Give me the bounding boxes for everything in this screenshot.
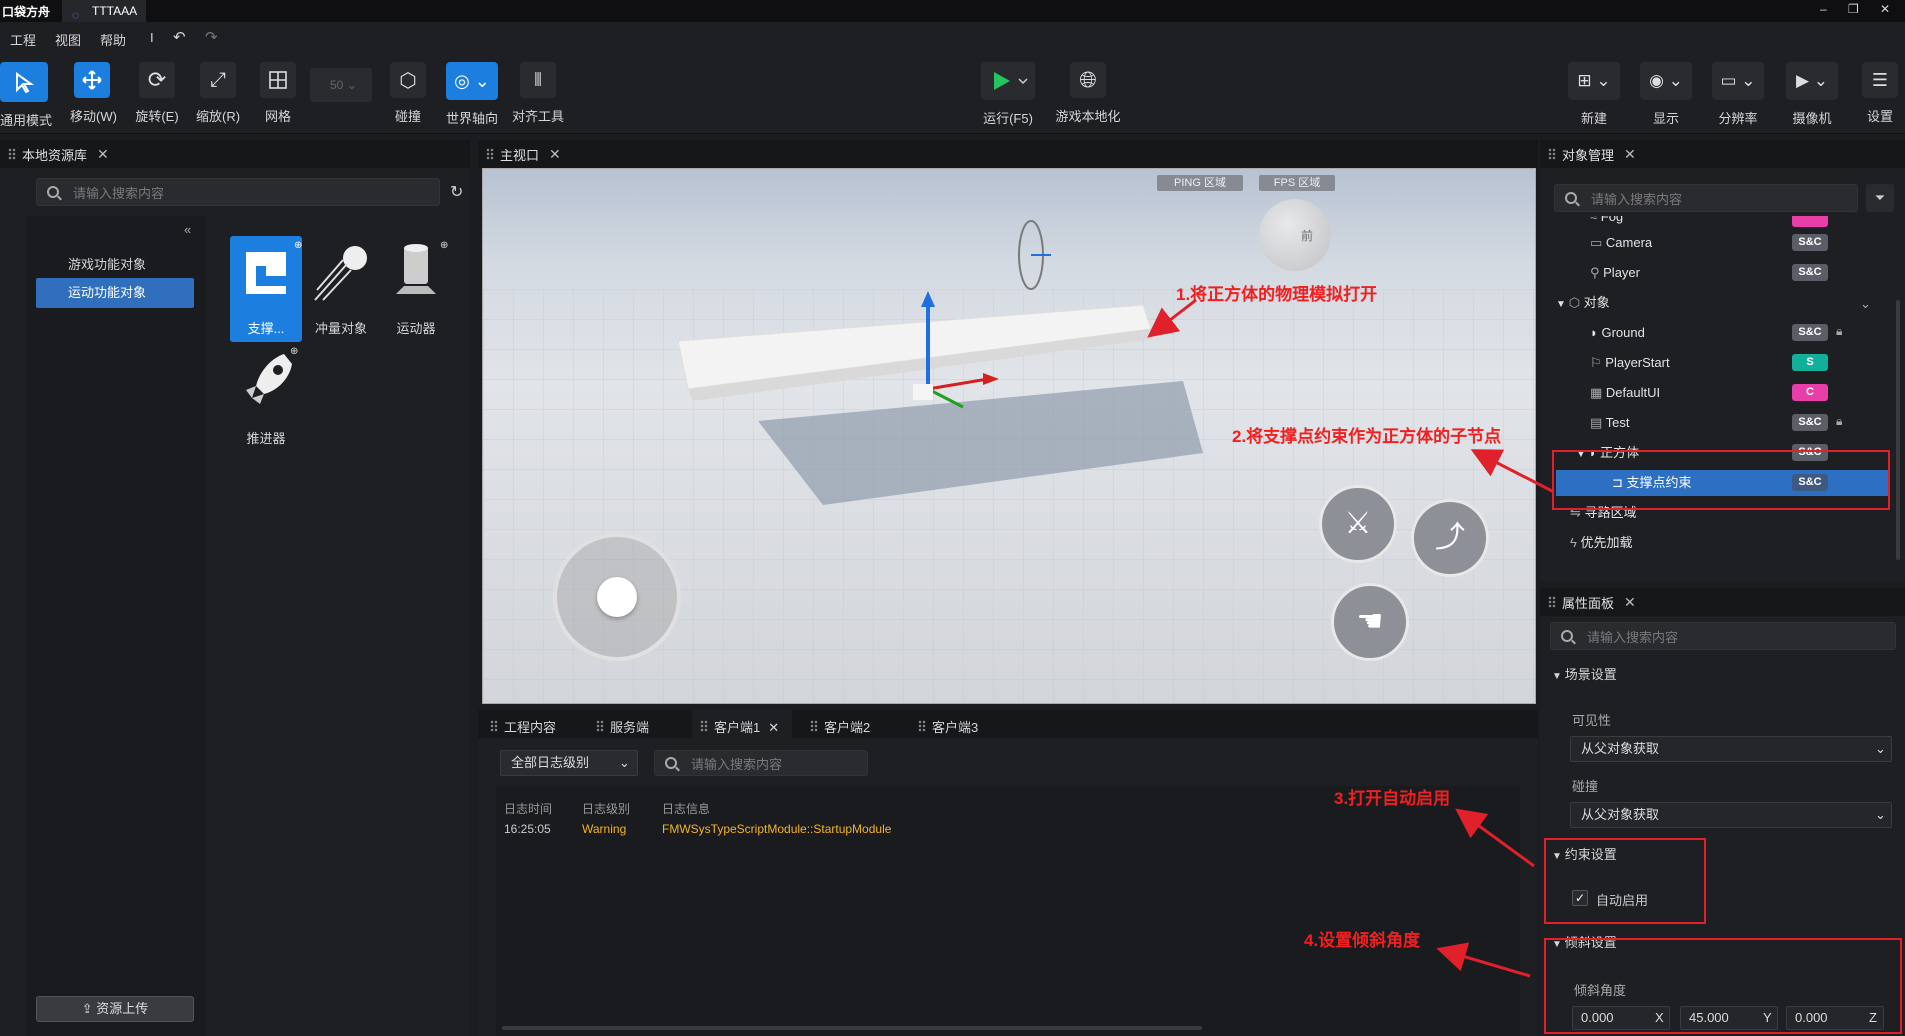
highlight-tree-cube: [1552, 450, 1890, 510]
highlight-constraint-settings: [1544, 838, 1706, 924]
highlight-tilt-settings: [1544, 938, 1902, 1034]
